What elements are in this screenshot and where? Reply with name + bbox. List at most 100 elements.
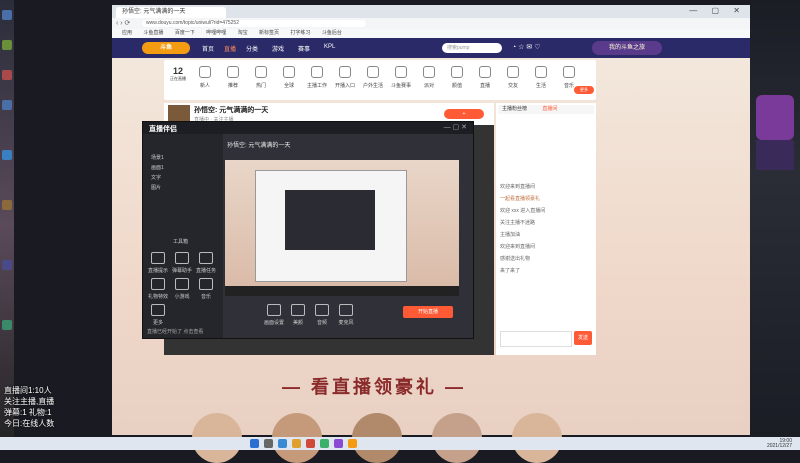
overlay-line: 今日:在线人数 — [4, 419, 55, 428]
tool-item[interactable]: 小游戏 — [171, 278, 193, 300]
start-live-button[interactable]: 开始直播 — [403, 306, 453, 318]
category-item[interactable]: 开播入口 — [330, 66, 360, 89]
search-icon[interactable] — [264, 439, 273, 448]
taskbar-app-icon[interactable] — [292, 439, 301, 448]
nav-item[interactable]: 直播 — [224, 44, 236, 53]
desktop-app-icon[interactable] — [2, 40, 12, 50]
category-item[interactable]: 交友 — [498, 66, 528, 89]
bookmark-item[interactable]: 百度一下 — [175, 30, 195, 36]
preview-canvas[interactable] — [225, 160, 459, 296]
promo-badge[interactable] — [756, 95, 794, 140]
window-controls[interactable]: — ▢ ✕ — [689, 6, 746, 15]
category-item[interactable]: 直播 — [470, 66, 500, 89]
desktop-app-icon[interactable] — [2, 10, 12, 20]
promo-banner[interactable]: 我的斗鱼之旅 — [592, 41, 662, 55]
app-title: 直播伴侣 — [149, 126, 177, 133]
bookmark-item[interactable]: 哔哩哔哩 — [206, 30, 226, 36]
search-input[interactable]: 搜索pump — [442, 43, 502, 53]
app-titlebar: 直播伴侣 — ▢ ✕ — [143, 122, 473, 134]
desktop-app-icon[interactable] — [2, 200, 12, 210]
desktop-left — [0, 0, 14, 450]
bookmark-item[interactable]: 斗鱼直播 — [143, 30, 163, 36]
send-button[interactable]: 发送 — [574, 331, 592, 345]
chat-message: 一起看直播领豪礼 — [500, 196, 541, 202]
system-clock[interactable]: 19:00 2021/12/27 — [767, 439, 792, 449]
user-icons[interactable]: ◔ ☆ ✉ ♡ — [512, 43, 540, 51]
overlay-line: 弹幕:1 礼物:1 — [4, 408, 52, 417]
taskbar-app-icon[interactable] — [306, 439, 315, 448]
tool-item[interactable]: 弹幕助手 — [171, 252, 193, 274]
site-nav: 斗鱼 首页 直播 分类 游戏 赛事 KPL 搜索pump ◔ ☆ ✉ ♡ 我的斗… — [112, 38, 750, 58]
chat-message: 欢迎来到直播间 — [500, 244, 536, 250]
more-button[interactable]: 更多 — [574, 86, 594, 94]
live-companion-app: 直播伴侣 — ▢ ✕ 场景1 画面1 文字 图片 工具箱 直播提示 弹幕助手 直… — [142, 121, 474, 339]
desktop-app-icon[interactable] — [2, 100, 12, 110]
tool-item[interactable]: 更多 — [147, 304, 169, 326]
app-bottom-toolbar: 画面设置 美颜 音频 麦克风 开始直播 — [263, 304, 463, 326]
scene-item[interactable]: 图片 — [151, 184, 161, 191]
toolbox-label: 工具箱 — [173, 239, 189, 245]
nav-item[interactable]: 首页 — [202, 44, 214, 53]
overlay-line: 关注主播,直播 — [4, 397, 55, 406]
bookmark-item[interactable]: 应用 — [122, 30, 132, 36]
app-window-controls[interactable]: — ▢ ✕ — [444, 123, 467, 131]
bookmark-item[interactable]: 淘宝 — [238, 30, 248, 36]
bottom-tool[interactable]: 画面设置 — [263, 304, 285, 326]
bookmark-item[interactable]: 斗鱼后台 — [322, 30, 342, 36]
chat-message: 感谢送出礼物 — [500, 256, 531, 262]
start-icon[interactable] — [250, 439, 259, 448]
scene-item[interactable]: 文字 — [151, 174, 161, 181]
desktop-app-icon[interactable] — [2, 70, 12, 80]
chat-message: 欢迎 xxx 进入直播间 — [500, 208, 546, 214]
chat-tabs: 主播粉丝榜 直播间 — [498, 105, 594, 114]
chat-input[interactable] — [500, 331, 572, 347]
category-item[interactable]: 热门 — [246, 66, 276, 89]
category-item[interactable]: 主播工作 — [302, 66, 332, 89]
nav-item[interactable]: KPL — [324, 44, 335, 50]
category-item[interactable]: 斗鱼赛事 — [386, 66, 416, 89]
nav-item[interactable]: 分类 — [246, 44, 258, 53]
chat-panel: 主播粉丝榜 直播间 欢迎来到直播间 一起看直播领豪礼 欢迎 xxx 进入直播间 … — [496, 103, 596, 355]
url-field[interactable]: www.douyu.com/topic/uniwuli?rid=475252 — [142, 20, 366, 27]
desktop-app-icon[interactable] — [2, 260, 12, 270]
nav-item[interactable]: 赛事 — [298, 44, 310, 53]
tab-room[interactable]: 直播间 — [542, 106, 557, 112]
taskbar-app-icon[interactable] — [278, 439, 287, 448]
taskbar-app-icon[interactable] — [334, 439, 343, 448]
nav-arrows-icon[interactable]: ‹ › ⟳ — [116, 19, 130, 27]
category-bar: 12 正在直播 新人 推荐 热门 全球 主播工作 开播入口 户外生活 斗鱼赛事 … — [164, 60, 596, 100]
category-item[interactable]: 新人 — [190, 66, 220, 89]
category-item[interactable]: 生活 — [526, 66, 556, 89]
bookmark-item[interactable]: 打字练习 — [290, 30, 310, 36]
desktop-app-icon[interactable] — [2, 150, 12, 160]
scene-item[interactable]: 画面1 — [151, 164, 164, 171]
tool-item[interactable]: 礼物特效 — [147, 278, 169, 300]
browser-tab[interactable]: 孙悟空: 元气满满的一天 — [116, 7, 226, 18]
scene-title: 孙悟空: 元气满满的一天 — [227, 143, 291, 149]
bottom-tool[interactable]: 音频 — [311, 304, 333, 326]
taskbar-app-icon[interactable] — [320, 439, 329, 448]
nav-item[interactable]: 游戏 — [272, 44, 284, 53]
category-item[interactable]: 户外生活 — [358, 66, 388, 89]
app-sidebar: 场景1 画面1 文字 图片 工具箱 直播提示 弹幕助手 直播任务 礼物特效 小游… — [143, 134, 223, 338]
chat-message: 欢迎来到直播间 — [500, 184, 536, 190]
category-item[interactable]: 颜值 — [442, 66, 472, 89]
tool-item[interactable]: 直播提示 — [147, 252, 169, 274]
promo-image — [756, 140, 794, 170]
bookmark-item[interactable]: 新标签页 — [259, 30, 279, 36]
taskbar-app-icon[interactable] — [348, 439, 357, 448]
category-item[interactable]: 推荐 — [218, 66, 248, 89]
stream-overlay: 直播间1:10人 关注主播,直播 弹幕:1 礼物:1 今日:在线人数 — [4, 385, 104, 429]
tool-item[interactable]: 音乐 — [195, 278, 217, 300]
follow-button[interactable]: + — [444, 109, 484, 119]
bottom-tool[interactable]: 美颜 — [287, 304, 309, 326]
bottom-tool[interactable]: 麦克风 — [335, 304, 357, 326]
app-status: 直播已经开始了 点击查看 — [147, 329, 204, 335]
desktop-app-icon[interactable] — [2, 320, 12, 330]
tab-fans[interactable]: 主播粉丝榜 — [502, 106, 527, 112]
category-item[interactable]: 全球 — [274, 66, 304, 89]
tool-item[interactable]: 直播任务 — [195, 252, 217, 274]
category-item[interactable]: 派对 — [414, 66, 444, 89]
scene-item[interactable]: 场景1 — [151, 154, 164, 161]
site-logo[interactable]: 斗鱼 — [142, 42, 190, 54]
